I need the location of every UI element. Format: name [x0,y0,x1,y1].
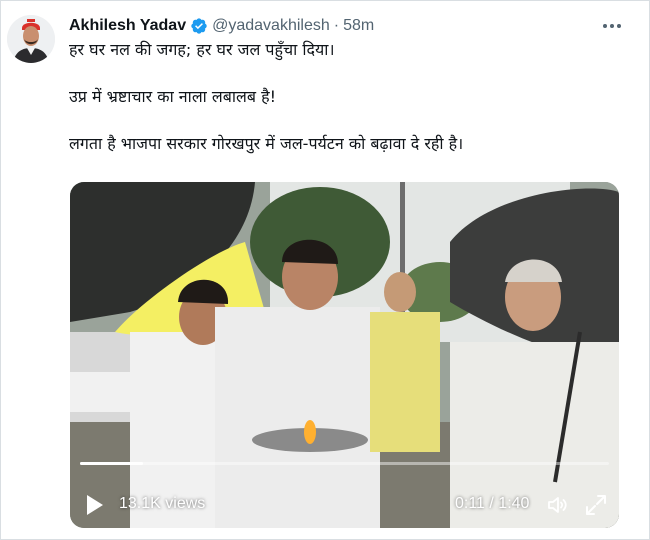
video-progress-fill [80,462,144,465]
avatar[interactable] [7,15,55,63]
fullscreen-icon[interactable] [584,493,608,517]
tweet-line-3: लगता है भाजपा सरकार गोरखपुर में जल-पर्यट… [69,134,464,153]
author-handle[interactable]: @yadavakhilesh [212,17,330,35]
video-controls: 13.1K views 0:11 / 1:40 [70,482,619,528]
header-separator: · [333,17,340,34]
tweet-text: हर घर नल की जगह; हर घर जल पहुँचा दिया। उ… [69,38,629,156]
video-player[interactable]: 13.1K views 0:11 / 1:40 [70,182,619,528]
avatar-image [7,15,55,63]
tweet-header: Akhilesh Yadav @yadavakhilesh · 58m [69,15,374,37]
author-name[interactable]: Akhilesh Yadav [69,17,186,35]
play-icon[interactable] [86,494,104,516]
video-view-count: 13.1K views [119,495,206,512]
tweet-line-1: हर घर नल की जगह; हर घर जल पहुँचा दिया। [69,40,335,59]
verified-badge-icon [191,18,207,34]
video-progress-bar[interactable] [80,462,609,465]
tweet-card[interactable]: Akhilesh Yadav @yadavakhilesh · 58m हर घ… [0,0,650,540]
video-time: 0:11 / 1:40 [455,495,530,512]
more-options-icon[interactable] [597,11,627,41]
tweet-timestamp[interactable]: 58m [343,17,374,35]
video-frame [70,182,619,528]
tweet-line-2: उप्र में भ्रष्टाचार का नाला लबालब है! [69,87,277,106]
volume-icon[interactable] [546,493,570,517]
